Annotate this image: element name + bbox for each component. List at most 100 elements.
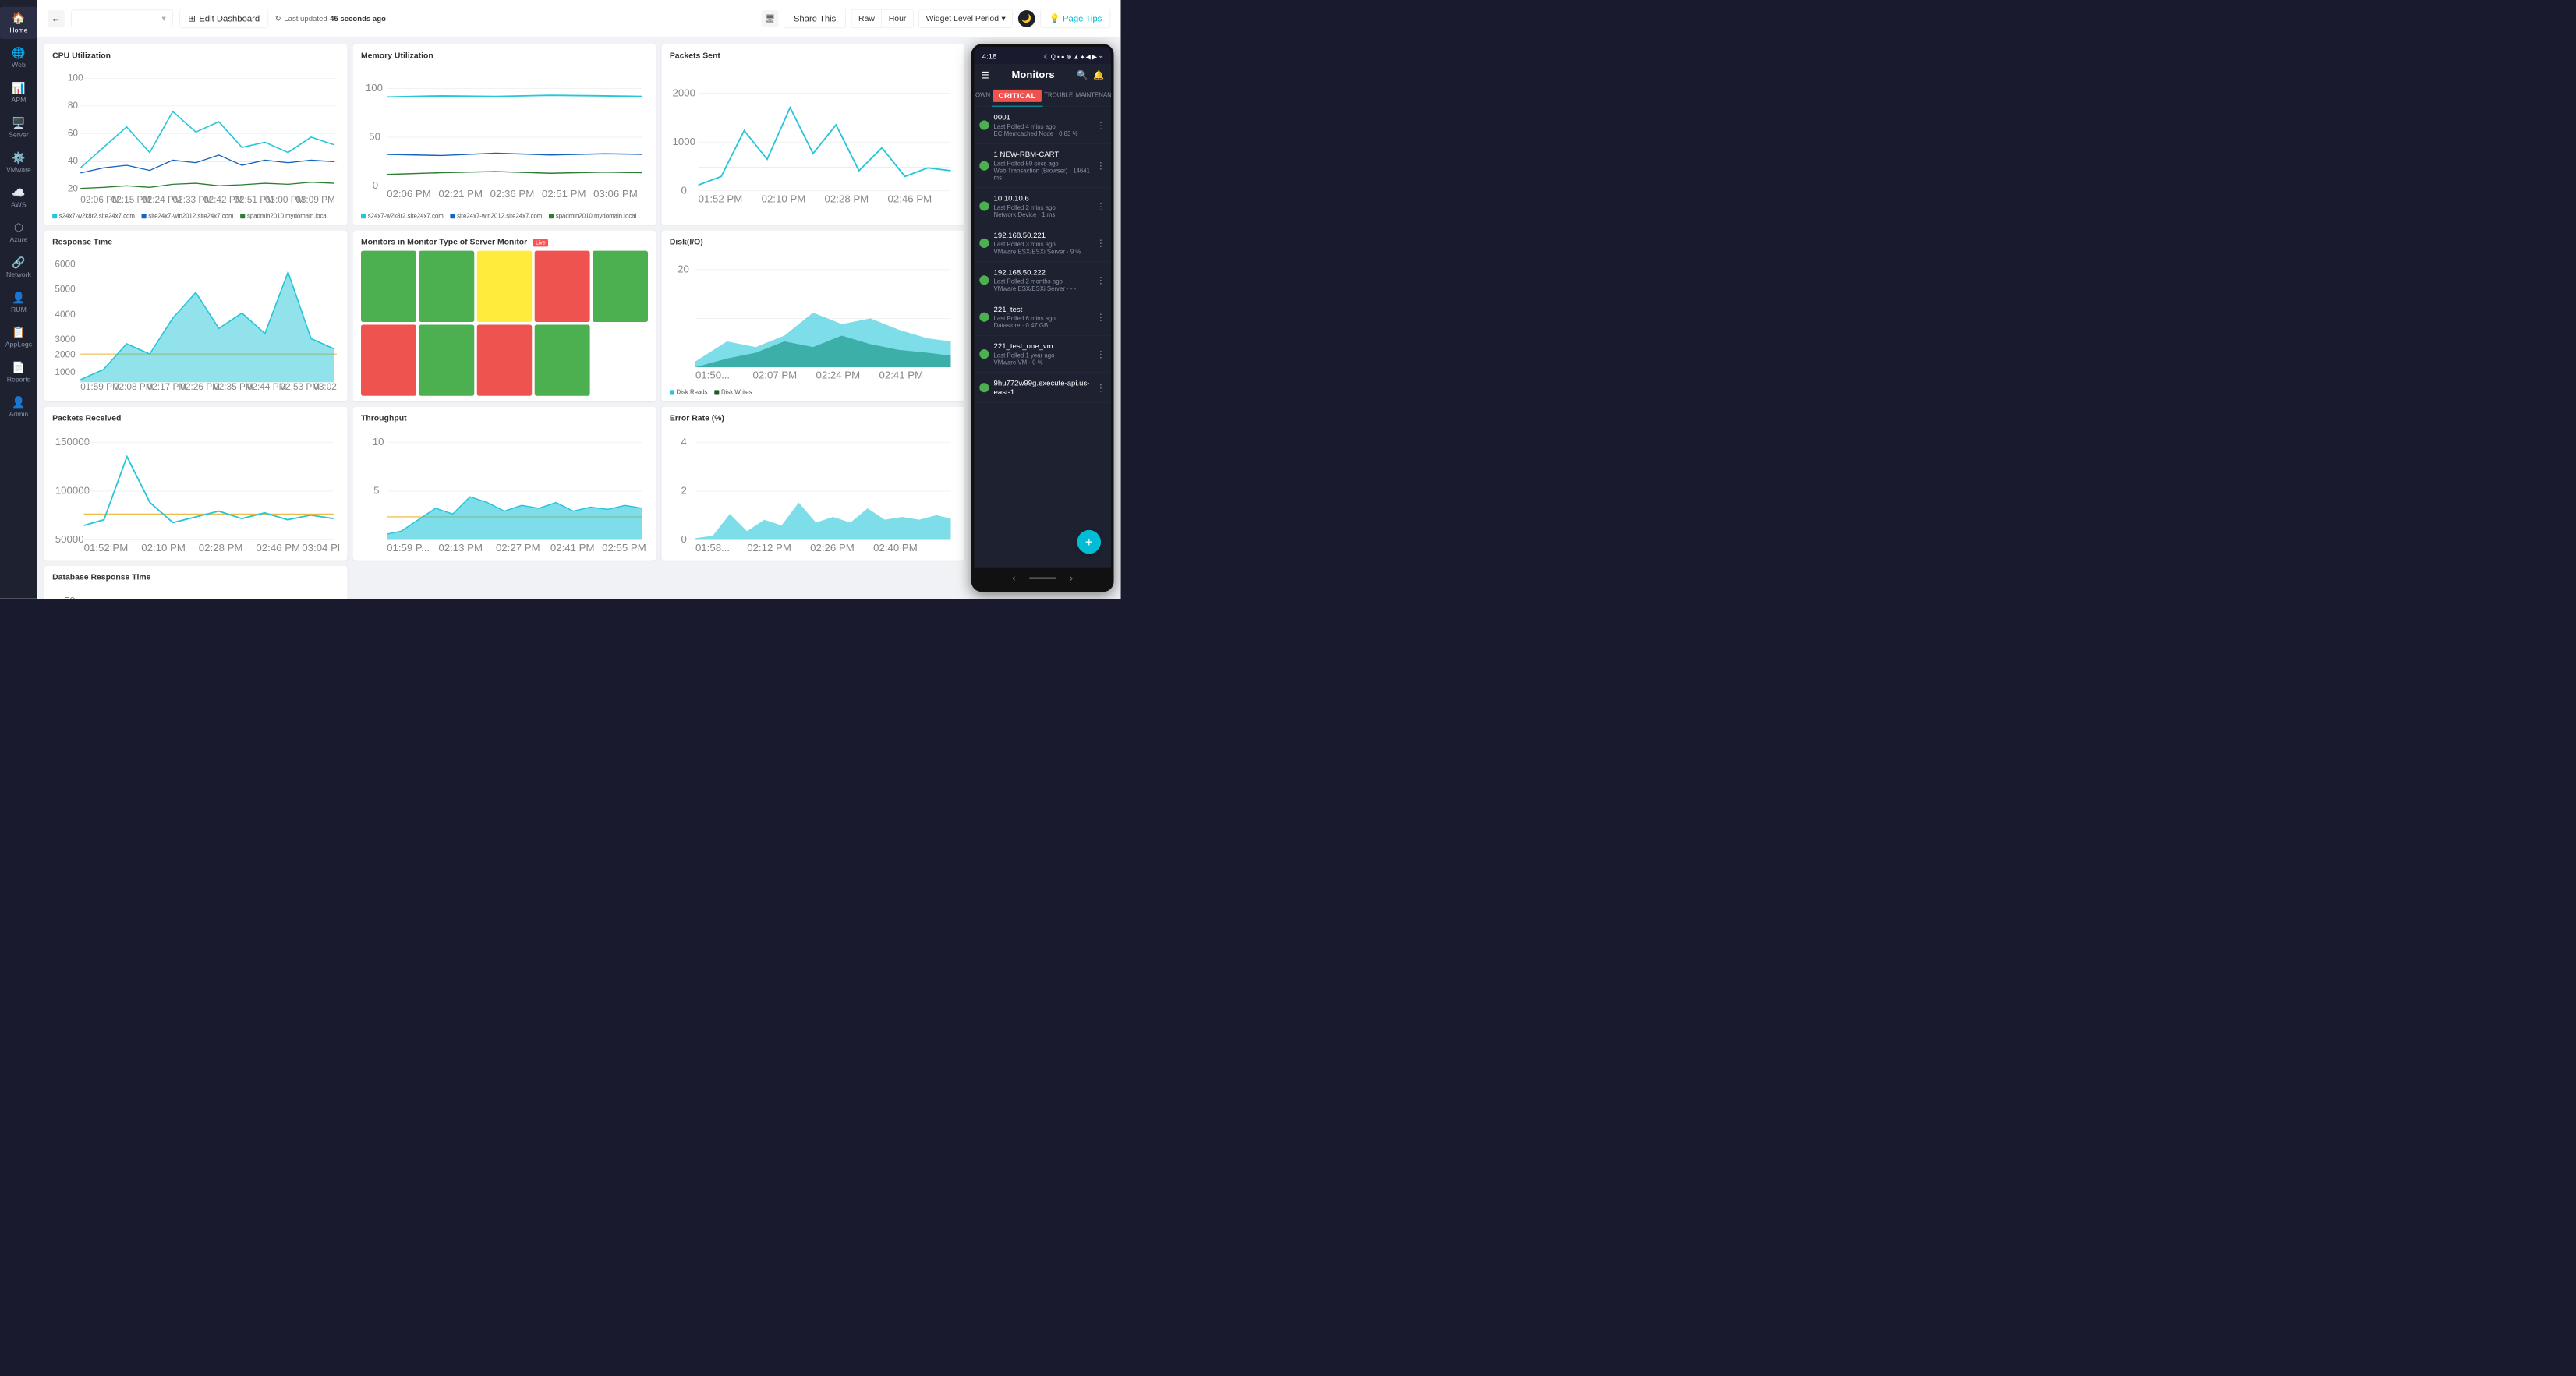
- list-item[interactable]: 1 NEW-RBM-CART Last Polled 59 secs ago W…: [974, 143, 1111, 188]
- item-detail: VMware ESX/ESXi Server · - -: [994, 285, 1077, 292]
- sidebar-item-server[interactable]: 🖥️ Server: [0, 111, 37, 143]
- monitor-cell: [476, 324, 532, 395]
- hamburger-icon[interactable]: ☰: [981, 69, 989, 80]
- error-rate-title: Error Rate (%): [670, 413, 957, 423]
- list-item[interactable]: 192.168.50.222 Last Polled 2 months ago …: [974, 262, 1111, 299]
- status-dot: [979, 383, 989, 392]
- sidebar-item-applogs[interactable]: 📋 AppLogs: [0, 321, 37, 353]
- sidebar-item-label: Admin: [9, 411, 29, 419]
- list-item[interactable]: 221_test Last Polled 6 mins ago Datastor…: [974, 299, 1111, 335]
- sidebar-item-rum[interactable]: 👤 RUM: [0, 286, 37, 318]
- item-name: 9hu772w99g.execute-api.us-east-1...: [994, 379, 1092, 397]
- cpu-chart-body: 100 80 60 40 20: [52, 65, 339, 210]
- more-icon[interactable]: ⋮: [1096, 274, 1106, 285]
- monitor-icon-button[interactable]: 🖥: [762, 10, 779, 27]
- breadcrumb-select[interactable]: ▾: [71, 10, 173, 27]
- response-time-title: Response Time: [52, 237, 339, 246]
- dashboard: CPU Utilization 100 80 60 40 20: [37, 37, 1120, 599]
- svg-text:02:07 PM: 02:07 PM: [752, 370, 797, 381]
- last-polled: Last Polled 3 mins ago: [994, 241, 1056, 248]
- search-icon[interactable]: 🔍: [1077, 69, 1088, 80]
- reports-icon: 📄: [12, 361, 25, 374]
- sidebar-item-aws[interactable]: ☁️ AWS: [0, 182, 37, 214]
- item-detail: EC Memcached Node · 0.83 %: [994, 130, 1078, 137]
- monitor-cell: [535, 324, 590, 395]
- list-item[interactable]: 9hu772w99g.execute-api.us-east-1... ⋮: [974, 373, 1111, 403]
- more-icon[interactable]: ⋮: [1096, 119, 1106, 130]
- nav-right-arrow[interactable]: ›: [1070, 573, 1073, 584]
- more-icon[interactable]: ⋮: [1096, 238, 1106, 249]
- mobile-tab-own[interactable]: OWN: [974, 86, 992, 106]
- more-icon[interactable]: ⋮: [1096, 348, 1106, 359]
- svg-text:02:24 PM: 02:24 PM: [816, 370, 860, 381]
- more-icon[interactable]: ⋮: [1096, 160, 1106, 171]
- svg-text:20: 20: [68, 182, 79, 193]
- disk-io-legend: Disk Reads Disk Writes: [670, 389, 957, 396]
- item-detail: VMware VM · 0 %: [994, 359, 1043, 366]
- db-response-title: Database Response Time: [52, 572, 339, 582]
- nav-home-indicator: [1029, 577, 1056, 579]
- back-button[interactable]: ←: [48, 10, 65, 27]
- legend-item: spadmin2010.mydomain.local: [240, 212, 327, 219]
- sidebar-item-azure[interactable]: ⬡ Azure: [0, 217, 37, 249]
- last-polled: Last Polled 2 mins ago: [994, 204, 1056, 211]
- sidebar-item-vmware[interactable]: ⚙️ VMware: [0, 147, 37, 179]
- last-polled: Last Polled 1 year ago: [994, 352, 1055, 359]
- mobile-tab-trouble[interactable]: TROUBLE: [1042, 86, 1074, 106]
- monitor-grid: [361, 250, 648, 395]
- sidebar-item-label: Reports: [7, 376, 30, 384]
- db-response-card: Database Response Time 50 0 02:11 PM 02:…: [44, 566, 348, 599]
- monitor-cell: [476, 250, 532, 321]
- item-info: 9hu772w99g.execute-api.us-east-1...: [994, 379, 1092, 397]
- fab-add-button[interactable]: +: [1077, 530, 1101, 554]
- sidebar-item-web[interactable]: 🌐 Web: [0, 42, 37, 74]
- applogs-icon: 📋: [12, 326, 25, 339]
- sidebar-item-admin[interactable]: 👤 Admin: [0, 391, 37, 423]
- svg-text:01:52 PM: 01:52 PM: [83, 542, 128, 554]
- edit-dashboard-button[interactable]: ⊞ Edit Dashboard: [180, 9, 269, 28]
- more-icon[interactable]: ⋮: [1096, 312, 1106, 323]
- svg-text:03:04 PM: 03:04 PM: [302, 542, 339, 554]
- legend-item: s24x7-w2k8r2.site24x7.com: [52, 212, 135, 219]
- bell-icon[interactable]: 🔔: [1093, 69, 1104, 80]
- svg-text:02:06 PM: 02:06 PM: [387, 188, 431, 200]
- svg-text:100000: 100000: [55, 484, 90, 496]
- response-time-svg: 6000 5000 4000 3000 2000 1000 01:59 PM 0…: [52, 250, 339, 395]
- moon-icon: 🌙: [1021, 13, 1031, 23]
- mobile-time: 4:18: [982, 52, 997, 61]
- sidebar-item-network[interactable]: 🔗 Network: [0, 251, 37, 283]
- svg-text:03:02 PM: 03:02 PM: [313, 381, 339, 392]
- hour-button[interactable]: Hour: [882, 9, 913, 27]
- list-item[interactable]: 192.168.50.221 Last Polled 3 mins ago VM…: [974, 225, 1111, 261]
- refresh-icon: ↻: [275, 14, 281, 23]
- legend-item: Disk Reads: [670, 389, 708, 396]
- legend-label: s24x7-w2k8r2.site24x7.com: [59, 212, 135, 219]
- dark-mode-button[interactable]: 🌙: [1018, 10, 1035, 27]
- item-name: 0001: [994, 113, 1092, 122]
- sidebar-item-apm[interactable]: 📊 APM: [0, 76, 37, 108]
- mobile-tab-maintenance[interactable]: MAINTENANCE: [1074, 86, 1114, 106]
- page-tips-label: Page Tips: [1063, 13, 1102, 23]
- page-tips-button[interactable]: 💡 Page Tips: [1041, 9, 1111, 28]
- more-icon[interactable]: ⋮: [1096, 200, 1106, 211]
- sidebar-item-home[interactable]: 🏠 Home: [0, 7, 37, 39]
- list-item[interactable]: 0001 Last Polled 4 mins ago EC Memcached…: [974, 107, 1111, 143]
- sidebar-item-label: VMware: [6, 166, 31, 174]
- mobile-tab-critical[interactable]: CRITICAL: [992, 86, 1043, 106]
- svg-text:100: 100: [68, 72, 83, 83]
- share-button[interactable]: Share This: [784, 9, 846, 28]
- topbar: ← ▾ ⊞ Edit Dashboard ↻ Last updated 45 s…: [37, 0, 1120, 37]
- item-detail: Datastore · 0.47 GB: [994, 322, 1049, 329]
- nav-left-arrow[interactable]: ‹: [1012, 573, 1015, 584]
- list-item[interactable]: 10.10.10.6 Last Polled 2 mins ago Networ…: [974, 188, 1111, 225]
- monitor-cell: [419, 250, 474, 321]
- raw-button[interactable]: Raw: [851, 9, 882, 27]
- chevron-down-icon: ▾: [161, 13, 165, 23]
- item-name: 192.168.50.221: [994, 231, 1092, 239]
- sidebar-item-reports[interactable]: 📄 Reports: [0, 356, 37, 388]
- list-item[interactable]: 221_test_one_vm Last Polled 1 year ago V…: [974, 336, 1111, 373]
- legend-color: [361, 214, 366, 218]
- more-icon[interactable]: ⋮: [1096, 382, 1106, 393]
- item-detail: VMware ESX/ESXi Server · 9 %: [994, 248, 1081, 255]
- widget-period-button[interactable]: Widget Level Period ▾: [918, 9, 1012, 28]
